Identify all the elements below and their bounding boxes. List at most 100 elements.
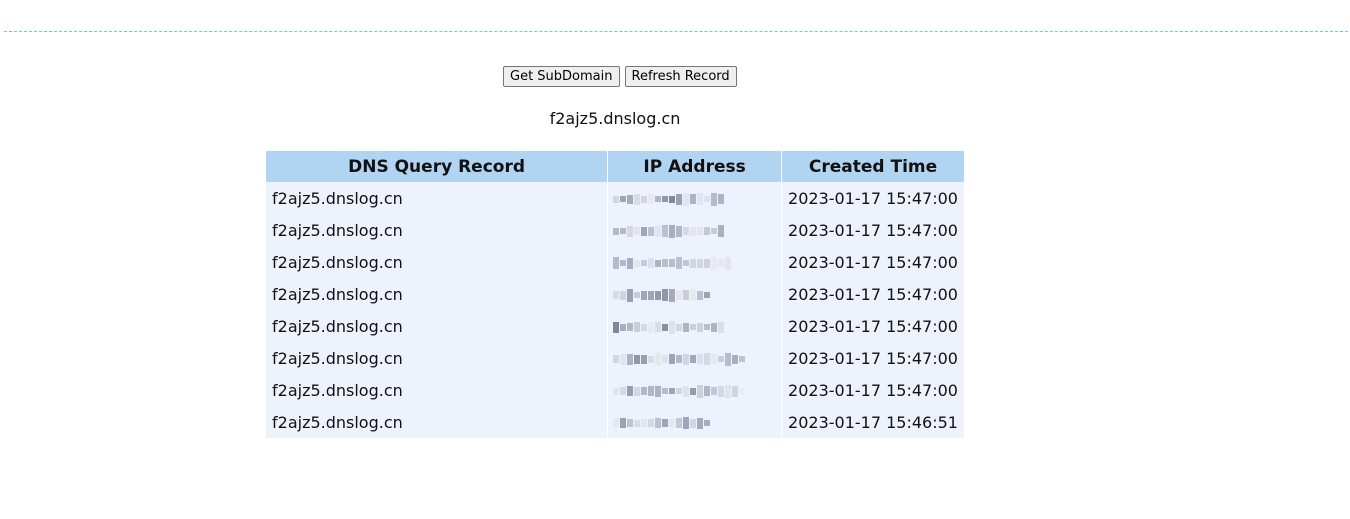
pixel-block xyxy=(627,353,634,365)
pixel-block xyxy=(634,193,641,205)
dns-query-cell: f2ajz5.dnslog.cn xyxy=(266,246,608,278)
pixel-block xyxy=(620,418,627,428)
pixel-block xyxy=(676,323,683,331)
pixel-block xyxy=(655,259,662,267)
pixel-block xyxy=(641,260,648,266)
pixel-block xyxy=(711,228,718,234)
pixel-block xyxy=(655,290,662,300)
pixel-block xyxy=(648,386,655,396)
pixel-block xyxy=(655,196,662,202)
pixel-block xyxy=(704,196,711,202)
dns-query-cell: f2ajz5.dnslog.cn xyxy=(266,278,608,310)
pixel-block xyxy=(732,354,739,364)
pixel-block xyxy=(620,323,627,331)
pixel-block xyxy=(697,322,704,332)
pixel-block xyxy=(690,355,697,363)
pixel-block xyxy=(634,259,641,267)
pixel-block xyxy=(676,193,683,205)
pixel-block xyxy=(683,260,690,266)
pixel-block xyxy=(648,290,655,300)
created-time-cell: 2023-01-17 15:47:00 xyxy=(781,374,964,406)
pixel-block xyxy=(704,227,711,235)
subdomain-text: f2ajz5.dnslog.cn xyxy=(549,109,681,128)
pixel-block xyxy=(690,418,697,428)
pixel-block xyxy=(669,354,676,364)
pixel-block xyxy=(662,323,669,331)
pixel-block xyxy=(697,227,704,235)
pixel-block xyxy=(627,386,634,396)
pixel-block xyxy=(732,385,739,397)
created-time-cell: 2023-01-17 15:47:00 xyxy=(781,214,964,246)
pixel-block xyxy=(620,353,627,365)
pixel-block xyxy=(725,256,732,270)
pixel-block xyxy=(690,258,697,268)
pixel-block xyxy=(613,195,620,203)
pixel-block xyxy=(641,290,648,300)
pixel-block xyxy=(634,386,641,396)
pixel-block xyxy=(627,194,634,204)
pixel-block xyxy=(620,290,627,300)
pixel-block xyxy=(634,292,641,298)
get-subdomain-button[interactable]: Get SubDomain xyxy=(503,66,620,87)
pixel-block xyxy=(634,354,641,364)
dns-query-cell: f2ajz5.dnslog.cn xyxy=(266,374,608,406)
dns-query-cell: f2ajz5.dnslog.cn xyxy=(266,182,608,214)
pixel-block xyxy=(697,354,704,364)
pixel-block xyxy=(613,257,620,269)
pixel-block xyxy=(648,321,655,333)
redacted-ip-pixelation xyxy=(613,224,725,238)
pixel-block xyxy=(683,322,690,332)
ip-address-cell-redacted xyxy=(607,374,783,406)
pixel-block xyxy=(690,324,697,330)
table-row: f2ajz5.dnslog.cn 2023-01-17 15:47:00 xyxy=(266,278,964,310)
pixel-block xyxy=(690,387,697,395)
pixel-block xyxy=(669,288,676,302)
pixel-block xyxy=(725,384,732,398)
pixel-block xyxy=(613,321,620,333)
pixel-block xyxy=(683,417,690,429)
pixel-block xyxy=(676,225,683,237)
pixel-block xyxy=(662,259,669,267)
header-ip-address: IP Address xyxy=(607,151,783,182)
pixel-block xyxy=(683,227,690,235)
pixel-block xyxy=(704,324,711,330)
pixel-block xyxy=(613,387,620,395)
table-row: f2ajz5.dnslog.cn 2023-01-17 15:47:00 xyxy=(266,342,964,374)
dns-query-cell: f2ajz5.dnslog.cn xyxy=(266,406,608,438)
pixel-block xyxy=(648,419,655,427)
pixel-block xyxy=(676,418,683,428)
pixel-block xyxy=(648,226,655,236)
pixel-block xyxy=(634,419,641,427)
pixel-block xyxy=(641,419,648,427)
pixel-block xyxy=(697,384,704,398)
table-row: f2ajz5.dnslog.cn 2023-01-17 15:46:51 xyxy=(266,406,964,438)
pixel-block xyxy=(648,355,655,363)
pixel-block xyxy=(711,256,718,270)
pixel-block xyxy=(634,227,641,235)
pixel-block xyxy=(704,386,711,396)
toolbar: Get SubDomain Refresh Record xyxy=(503,66,737,87)
ip-address-cell-redacted xyxy=(607,182,783,214)
dns-records-table: DNS Query Record IP Address Created Time… xyxy=(266,151,964,438)
pixel-block xyxy=(676,290,683,300)
table-row: f2ajz5.dnslog.cn 2023-01-17 15:47:00 xyxy=(266,182,964,214)
refresh-record-button[interactable]: Refresh Record xyxy=(624,66,737,87)
pixel-block xyxy=(711,322,718,332)
pixel-block xyxy=(711,192,718,206)
pixel-block xyxy=(613,419,620,427)
pixel-block xyxy=(662,388,669,394)
pixel-block xyxy=(683,192,690,206)
ip-address-cell-redacted xyxy=(607,214,783,246)
pixel-block xyxy=(725,352,732,366)
pixel-block xyxy=(704,420,711,426)
redacted-ip-pixelation xyxy=(613,416,711,430)
pixel-block xyxy=(641,323,648,331)
pixel-block xyxy=(683,290,690,300)
header-created-time: Created Time xyxy=(781,151,964,182)
ip-address-cell-redacted xyxy=(607,310,783,342)
pixel-block xyxy=(620,387,627,395)
pixel-block xyxy=(641,226,648,236)
created-time-cell: 2023-01-17 15:47:00 xyxy=(781,246,964,278)
pixel-block xyxy=(711,354,718,364)
ip-address-cell-redacted xyxy=(607,246,783,278)
